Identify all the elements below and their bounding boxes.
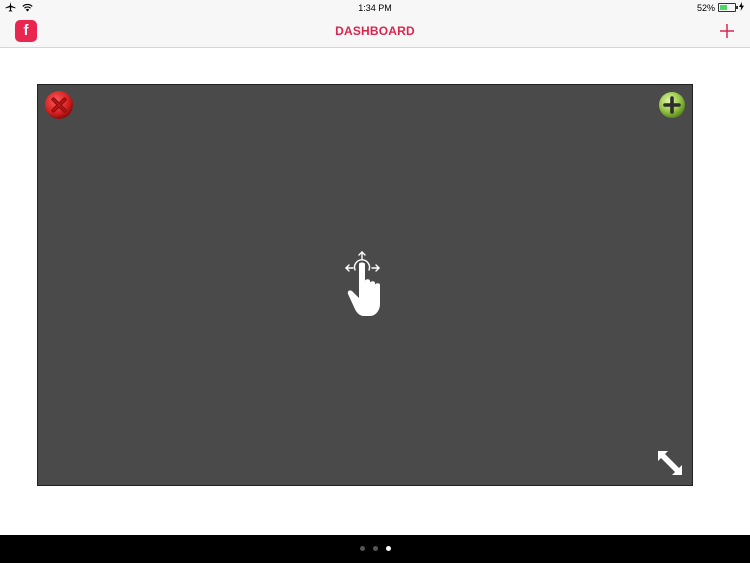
page-dot[interactable] bbox=[359, 546, 365, 551]
plus-icon bbox=[720, 24, 734, 38]
page-dot[interactable] bbox=[372, 546, 378, 551]
add-button[interactable] bbox=[716, 19, 738, 43]
page-dot[interactable] bbox=[385, 546, 391, 551]
charging-icon bbox=[739, 2, 744, 13]
plus-icon bbox=[659, 92, 685, 118]
close-icon bbox=[45, 91, 73, 119]
dashboard-widget[interactable] bbox=[37, 84, 693, 486]
status-bar: 1:34 PM 52% bbox=[0, 0, 750, 16]
battery-icon bbox=[718, 3, 738, 12]
page-indicator[interactable] bbox=[0, 546, 750, 551]
resize-icon[interactable] bbox=[656, 449, 684, 477]
status-time: 1:34 PM bbox=[358, 3, 392, 13]
page-title: DASHBOARD bbox=[335, 24, 415, 38]
nav-bar: f DASHBOARD bbox=[0, 16, 750, 48]
add-widget-button[interactable] bbox=[658, 91, 686, 119]
remove-widget-button[interactable] bbox=[44, 90, 74, 120]
battery-level bbox=[720, 5, 727, 10]
dashboard-content bbox=[0, 48, 750, 535]
drag-gesture-icon bbox=[344, 250, 388, 322]
bottom-bar bbox=[0, 535, 750, 563]
status-right: 52% bbox=[697, 2, 744, 13]
battery-percent: 52% bbox=[696, 2, 715, 13]
